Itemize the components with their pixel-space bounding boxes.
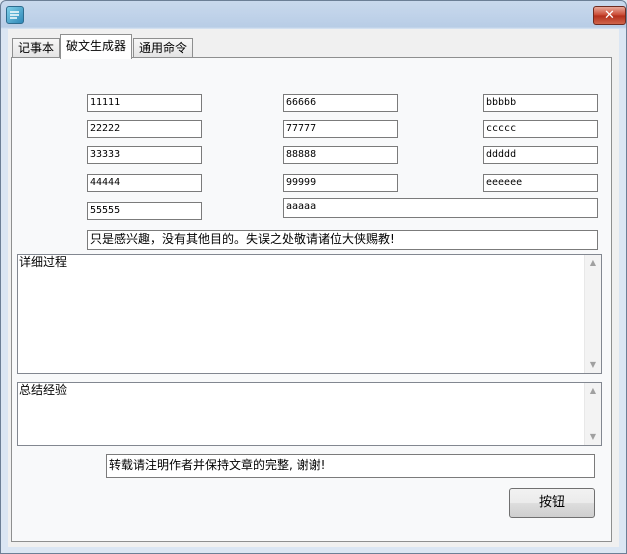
main-button[interactable]: 按钮: [509, 488, 595, 518]
field-col2-1[interactable]: 66666: [283, 94, 398, 112]
tab-crack-generator-label: 破文生成器: [66, 39, 127, 53]
app-icon: [6, 6, 24, 24]
tab-notepad-label: 记事本: [18, 41, 55, 55]
scroll-up-icon[interactable]: ▲: [585, 255, 601, 271]
scroll-down-icon[interactable]: ▼: [585, 429, 601, 445]
application-window: ✕ 记事本 破文生成器 通用命令 11111 22222 33333 44444…: [0, 0, 627, 554]
field-col1-5[interactable]: 55555: [87, 202, 202, 220]
tab-common-commands-label: 通用命令: [139, 41, 188, 55]
field-col3-2[interactable]: ccccc: [483, 120, 598, 138]
field-col2-4[interactable]: 99999: [283, 174, 398, 192]
detail-textarea[interactable]: 详细过程 ▲ ▼: [17, 254, 602, 374]
tab-notepad[interactable]: 记事本: [12, 38, 61, 58]
disclaimer-field[interactable]: 只是感兴趣，没有其他目的。失误之处敬请诸位大侠赐教!: [87, 230, 598, 250]
main-button-label: 按钮: [538, 495, 565, 510]
field-col3-4[interactable]: eeeeee: [483, 174, 598, 192]
tab-common-commands[interactable]: 通用命令: [133, 38, 194, 58]
field-col1-1[interactable]: 11111: [87, 94, 202, 112]
tab-panel: 11111 22222 33333 44444 55555 66666 7777…: [11, 57, 612, 542]
field-col3-1[interactable]: bbbbb: [483, 94, 598, 112]
footer-field[interactable]: 转载请注明作者并保持文章的完整, 谢谢!: [106, 454, 595, 478]
client-area: 记事本 破文生成器 通用命令 11111 22222 33333 44444 5…: [8, 29, 619, 547]
title-bar[interactable]: ✕: [1, 1, 626, 27]
field-col3-3[interactable]: ddddd: [483, 146, 598, 164]
detail-text: 详细过程: [19, 255, 68, 269]
close-button[interactable]: ✕: [593, 6, 626, 25]
close-icon: ✕: [604, 8, 615, 23]
field-wide[interactable]: aaaaa: [283, 198, 598, 218]
detail-scrollbar[interactable]: ▲ ▼: [584, 255, 601, 373]
field-col1-2[interactable]: 22222: [87, 120, 202, 138]
scroll-down-icon[interactable]: ▼: [585, 357, 601, 373]
scroll-up-icon[interactable]: ▲: [585, 383, 601, 399]
summary-text: 总结经验: [19, 383, 68, 397]
field-col2-2[interactable]: 77777: [283, 120, 398, 138]
field-col1-3[interactable]: 33333: [87, 146, 202, 164]
summary-textarea[interactable]: 总结经验 ▲ ▼: [17, 382, 602, 446]
tab-crack-generator[interactable]: 破文生成器: [60, 34, 133, 59]
field-col2-3[interactable]: 88888: [283, 146, 398, 164]
field-col1-4[interactable]: 44444: [87, 174, 202, 192]
summary-scrollbar[interactable]: ▲ ▼: [584, 383, 601, 445]
